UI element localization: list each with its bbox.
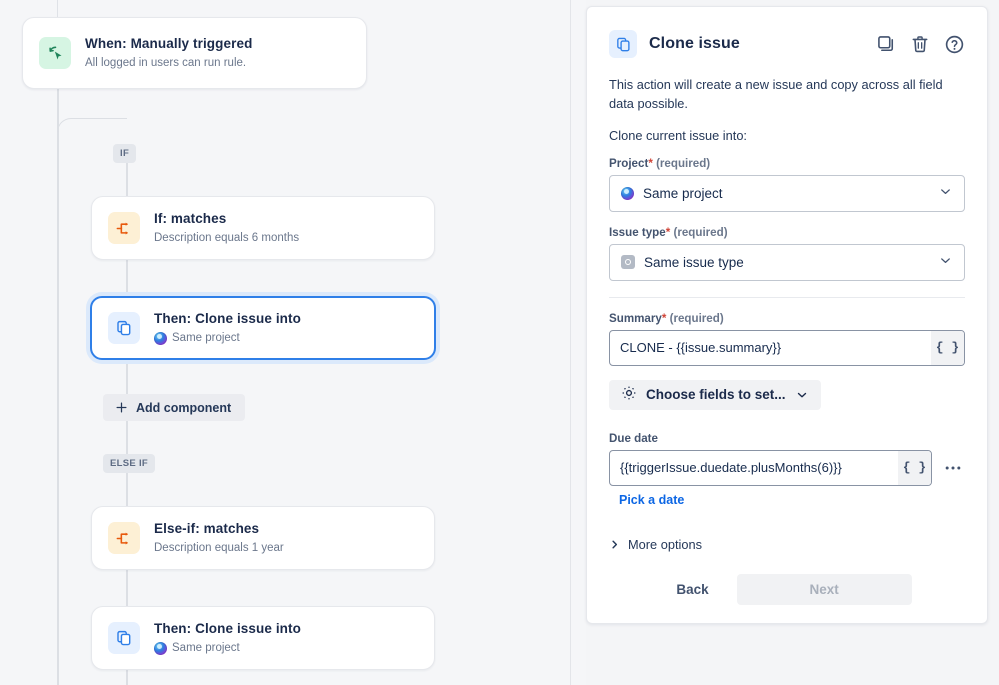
- required-text: (required): [656, 157, 710, 170]
- due-date-input[interactable]: {{triggerIssue.duedate.plusMonths(6)}} {…: [609, 450, 932, 486]
- section-divider: [609, 297, 965, 298]
- component-card-text: Then: Clone issue into Same project: [154, 310, 301, 347]
- issue-type-field-label: Issue type* (required): [609, 226, 965, 239]
- branch-badge-else-if: ELSE IF: [103, 454, 155, 473]
- help-icon[interactable]: [944, 34, 965, 55]
- automation-rule-builder: When: Manually triggered All logged in u…: [0, 0, 999, 685]
- summary-label-text: Summary: [609, 312, 662, 325]
- trash-icon[interactable]: [910, 34, 930, 54]
- pick-a-date-link[interactable]: Pick a date: [619, 493, 684, 507]
- rule-canvas: When: Manually triggered All logged in u…: [0, 0, 586, 685]
- branch-icon: [108, 212, 140, 244]
- component-card-text: If: matches Description equals 6 months: [154, 210, 299, 247]
- smart-values-button[interactable]: { }: [898, 451, 931, 485]
- panel-title: Clone issue: [649, 35, 740, 53]
- cursor-click-icon: [39, 37, 71, 69]
- chevron-down-icon: [938, 253, 953, 271]
- gear-icon: [621, 385, 637, 404]
- connector-if-to-then: [126, 260, 128, 296]
- required-text: (required): [673, 226, 727, 239]
- component-title: Then: Clone issue into: [154, 310, 301, 328]
- component-subtitle: Same project: [172, 640, 240, 657]
- component-subtitle: Description equals 1 year: [154, 540, 284, 557]
- required-star: *: [666, 226, 671, 239]
- branch-badge-if-label: IF: [120, 148, 129, 159]
- plus-icon: [114, 400, 129, 415]
- next-button[interactable]: Next: [737, 574, 912, 605]
- canvas-right-rail: [570, 0, 571, 685]
- connector-then-to-add: [126, 360, 128, 396]
- trigger-card[interactable]: When: Manually triggered All logged in u…: [22, 17, 367, 89]
- required-text: (required): [670, 312, 724, 325]
- duplicate-icon[interactable]: [876, 34, 896, 54]
- copy-icon: [108, 312, 140, 344]
- component-card-if-matches[interactable]: If: matches Description equals 6 months: [91, 196, 435, 260]
- component-subtitle: Same project: [172, 330, 240, 347]
- choose-fields-button[interactable]: Choose fields to set...: [609, 380, 821, 410]
- project-value: Same project: [643, 186, 723, 201]
- issue-type-avatar: [621, 255, 635, 269]
- connector-bottom: [126, 670, 128, 685]
- required-star: *: [648, 157, 653, 170]
- project-label-text: Project: [609, 157, 648, 170]
- copy-icon: [108, 622, 140, 654]
- more-options-label: More options: [628, 537, 702, 552]
- project-avatar: [621, 187, 634, 200]
- chevron-right-icon: [609, 539, 620, 550]
- trigger-title: When: Manually triggered: [85, 35, 252, 53]
- panel-description: This action will create a new issue and …: [609, 75, 965, 114]
- more-options-toggle[interactable]: More options: [609, 537, 965, 552]
- branch-icon: [108, 522, 140, 554]
- project-avatar: [154, 642, 167, 655]
- summary-value: CLONE - {{issue.summary}}: [610, 340, 931, 355]
- add-component-button[interactable]: Add component: [103, 394, 245, 421]
- connector-trunk: [57, 89, 59, 685]
- choose-fields-label: Choose fields to set...: [646, 387, 786, 402]
- component-title: If: matches: [154, 210, 299, 228]
- panel-actions: Back Next: [609, 574, 965, 605]
- project-avatar: [154, 332, 167, 345]
- ellipsis-icon[interactable]: [941, 450, 965, 486]
- branch-badge-if: IF: [113, 144, 136, 163]
- due-date-label-text: Due date: [609, 432, 658, 445]
- add-component-label: Add component: [136, 401, 231, 415]
- component-title: Else-if: matches: [154, 520, 284, 538]
- summary-field-label: Summary* (required): [609, 312, 965, 325]
- trigger-card-text: When: Manually triggered All logged in u…: [85, 35, 252, 72]
- due-date-input-wrap: {{triggerIssue.duedate.plusMonths(6)}} {…: [609, 450, 965, 486]
- due-date-field-label: Due date: [609, 432, 965, 445]
- panel-header: Clone issue: [609, 27, 965, 61]
- connector-elseif-to-then2: [126, 570, 128, 606]
- issue-type-value: Same issue type: [644, 255, 744, 270]
- component-title: Then: Clone issue into: [154, 620, 301, 638]
- issue-type-label-text: Issue type: [609, 226, 666, 239]
- project-field-label: Project* (required): [609, 157, 965, 170]
- project-select[interactable]: Same project: [609, 175, 965, 212]
- smart-values-button[interactable]: { }: [931, 331, 964, 365]
- component-card-text: Then: Clone issue into Same project: [154, 620, 301, 657]
- component-card-clone-issue-2[interactable]: Then: Clone issue into Same project: [91, 606, 435, 670]
- panel-header-actions: [876, 34, 965, 55]
- component-card-text: Else-if: matches Description equals 1 ye…: [154, 520, 284, 557]
- summary-input[interactable]: CLONE - {{issue.summary}} { }: [609, 330, 965, 366]
- required-star: *: [662, 312, 667, 325]
- component-subtitle: Description equals 6 months: [154, 230, 299, 247]
- component-card-else-if-matches[interactable]: Else-if: matches Description equals 1 ye…: [91, 506, 435, 570]
- back-button[interactable]: Back: [662, 574, 722, 605]
- component-subtitle-row: Same project: [154, 330, 301, 347]
- component-card-clone-issue-selected[interactable]: Then: Clone issue into Same project: [90, 296, 436, 360]
- action-config-panel: Clone issue: [586, 6, 988, 624]
- trigger-subtitle: All logged in users can run rule.: [85, 55, 252, 72]
- summary-input-wrap: CLONE - {{issue.summary}} { }: [609, 330, 965, 366]
- chevron-down-icon: [938, 184, 953, 202]
- panel-lead-text: Clone current issue into:: [609, 128, 965, 143]
- issue-type-select[interactable]: Same issue type: [609, 244, 965, 281]
- component-subtitle-row: Same project: [154, 640, 301, 657]
- copy-icon: [609, 30, 637, 58]
- branch-badge-else-if-label: ELSE IF: [110, 458, 148, 469]
- chevron-down-icon: [795, 388, 809, 402]
- choose-fields-row: Choose fields to set...: [609, 380, 965, 410]
- due-date-value: {{triggerIssue.duedate.plusMonths(6)}}: [610, 460, 898, 475]
